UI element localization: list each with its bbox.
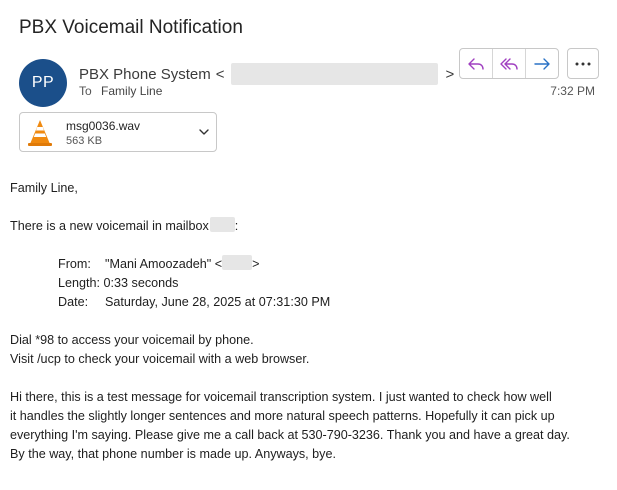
attachment-size: 563 KB — [66, 135, 103, 147]
avatar[interactable]: PP — [19, 59, 67, 107]
attachment-filename: msg0036.wav — [66, 119, 141, 133]
recipient-name[interactable]: Family Line — [101, 84, 162, 98]
intro-colon: : — [234, 219, 239, 233]
forward-icon — [534, 57, 550, 70]
sender-email-close: > — [445, 65, 455, 83]
from-close: > — [252, 257, 260, 271]
length-label: Length: — [58, 276, 101, 290]
transcript-line: Hi there, this is a test message for voi… — [10, 390, 552, 404]
length-value: 0:33 seconds — [103, 276, 179, 290]
intro-text: There is a new voicemail in mailbox — [10, 219, 209, 233]
reply-actions-group — [459, 48, 559, 79]
more-actions-button[interactable] — [567, 48, 599, 79]
visit-instruction: Visit /ucp to check your voicemail with … — [10, 352, 310, 366]
reply-button[interactable] — [460, 49, 493, 78]
dial-instruction: Dial *98 to access your voicemail by pho… — [10, 333, 254, 347]
redacted-mailbox — [209, 217, 235, 232]
date-value: Saturday, June 28, 2025 at 07:31:30 PM — [105, 295, 331, 309]
reply-all-icon — [500, 57, 518, 70]
recipient-line: To Family Line — [79, 84, 162, 98]
to-label: To — [79, 84, 92, 98]
forward-button[interactable] — [526, 49, 558, 78]
message-actions — [459, 48, 599, 79]
transcript-line: it handles the slightly longer sentences… — [10, 409, 555, 423]
date-label: Date: — [58, 295, 89, 309]
sender-name: PBX Phone System — [79, 65, 211, 83]
redacted-sender-email — [230, 63, 438, 85]
email-subject: PBX Voicemail Notification — [19, 17, 243, 38]
sender-email-open: < — [215, 65, 225, 83]
from-line: From: "Mani Amoozadeh" < > — [10, 255, 570, 274]
avatar-initials: PP — [31, 74, 55, 91]
intro-line: There is a new voicemail in mailbox: — [10, 217, 570, 236]
greeting: Family Line, — [10, 181, 78, 195]
chevron-down-icon[interactable] — [198, 126, 210, 138]
attachment-card[interactable]: msg0036.wav 563 KB — [19, 112, 217, 152]
date-line: Date: Saturday, June 28, 2025 at 07:31:30… — [10, 293, 570, 312]
more-icon — [575, 62, 591, 65]
reply-all-button[interactable] — [493, 49, 526, 78]
transcript-line: everything I'm saying. Please give me a … — [10, 428, 570, 442]
redacted-caller-email — [222, 255, 253, 270]
from-value: "Mani Amoozadeh" < — [105, 257, 223, 271]
length-line: Length: 0:33 seconds — [10, 274, 570, 293]
received-time: 7:32 PM — [550, 84, 595, 98]
transcript-line: By the way, that phone number is made up… — [10, 447, 336, 461]
from-label: From: — [58, 257, 91, 271]
vlc-cone-icon — [28, 120, 52, 146]
sender-line[interactable]: PBX Phone System < > — [79, 63, 454, 85]
message-body: Family Line, There is a new voicemail in… — [10, 179, 570, 464]
reply-icon — [468, 57, 484, 70]
